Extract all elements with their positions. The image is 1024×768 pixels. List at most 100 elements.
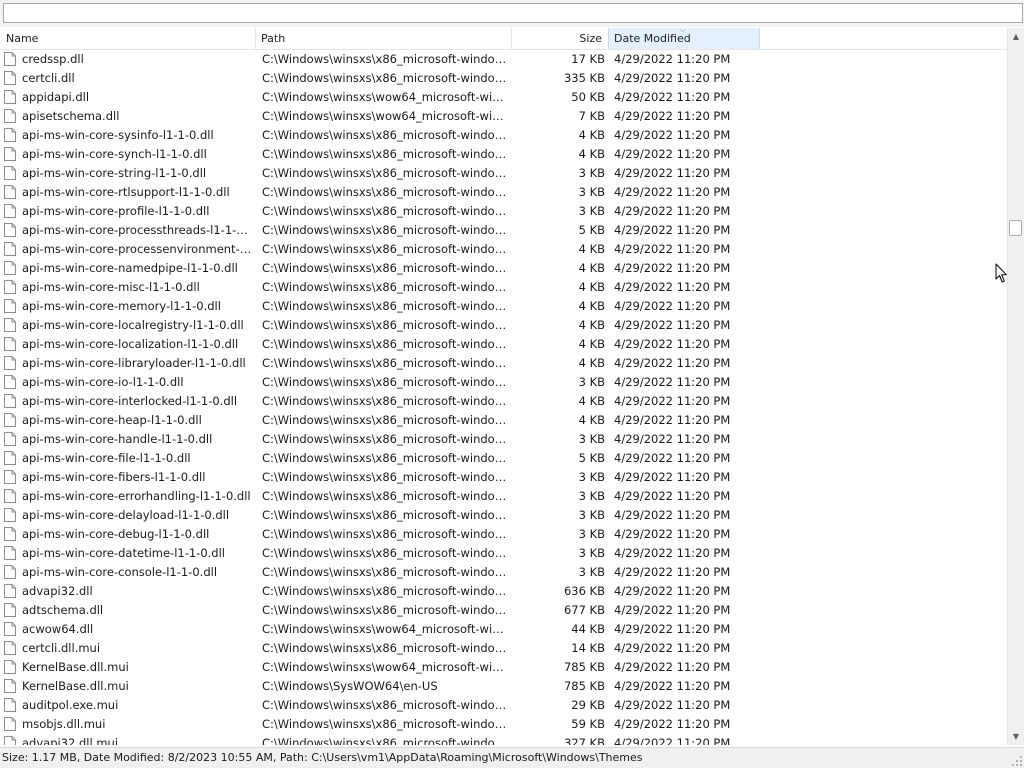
table-row[interactable]: KernelBase.dll.mui C:\Windows\SysWOW64\en… <box>0 677 1007 696</box>
table-row[interactable]: api-ms-win-core-heap-l1-1-0.dll C:\Window… <box>0 411 1007 430</box>
table-row[interactable]: advapi32.dll.mui C:\Windows\winsxs\x86_mi… <box>0 734 1007 745</box>
table-row[interactable]: api-ms-win-core-profile-l1-1-0.dll C:\Win… <box>0 202 1007 221</box>
cell-path: C:\Windows\winsxs\x86_microsoft-windows-… <box>262 299 510 313</box>
table-row[interactable]: api-ms-win-core-localization-l1-1-0.dll C… <box>0 335 1007 354</box>
table-row[interactable]: api-ms-win-core-debug-l1-1-0.dll C:\Windo… <box>0 525 1007 544</box>
table-row[interactable]: api-ms-win-core-file-l1-1-0.dll C:\Window… <box>0 449 1007 468</box>
table-row[interactable]: api-ms-win-core-delayload-l1-1-0.dll C:\W… <box>0 506 1007 525</box>
cell-size: 44 KB <box>571 622 605 636</box>
search-results-window: Name Path Size ⌵ Date Modified credssp.d… <box>0 0 1024 768</box>
table-row[interactable]: api-ms-win-core-namedpipe-l1-1-0.dll C:\W… <box>0 259 1007 278</box>
cell-date-modified: 4/29/2022 11:20 PM <box>614 90 731 104</box>
vertical-scrollbar[interactable]: ▲ ▼ <box>1007 28 1024 745</box>
table-row[interactable]: api-ms-win-core-processthreads-l1-1-0.dl… <box>0 221 1007 240</box>
column-header-date-modified[interactable]: ⌵ Date Modified <box>608 27 760 49</box>
table-row[interactable]: appidapi.dll C:\Windows\winsxs\wow64_micr… <box>0 88 1007 107</box>
column-header-path-label: Path <box>261 32 286 45</box>
column-header-name[interactable]: Name <box>0 28 256 49</box>
file-icon <box>4 508 16 522</box>
cell-size: 3 KB <box>578 508 605 522</box>
column-header-size[interactable]: Size <box>512 28 608 49</box>
table-row[interactable]: KernelBase.dll.mui C:\Windows\winsxs\wow6… <box>0 658 1007 677</box>
table-row[interactable]: acwow64.dll C:\Windows\winsxs\wow64_micro… <box>0 620 1007 639</box>
cell-size: 785 KB <box>563 679 605 693</box>
table-row[interactable]: adtschema.dll C:\Windows\winsxs\x86_micro… <box>0 601 1007 620</box>
cell-name: certcli.dll <box>22 71 75 85</box>
cell-path: C:\Windows\winsxs\wow64_microsoft-wind..… <box>262 660 510 674</box>
file-icon <box>4 337 16 351</box>
scroll-up-icon[interactable]: ▲ <box>1008 28 1024 45</box>
file-icon <box>4 451 16 465</box>
cell-name: api-ms-win-core-processenvironment-l1-..… <box>22 242 254 256</box>
file-icon <box>4 128 16 142</box>
cell-name: api-ms-win-core-libraryloader-l1-1-0.dll <box>22 356 246 370</box>
cell-date-modified: 4/29/2022 11:20 PM <box>614 204 731 218</box>
table-row[interactable]: api-ms-win-core-string-l1-1-0.dll C:\Wind… <box>0 164 1007 183</box>
table-row[interactable]: certcli.dll C:\Windows\winsxs\x86_microso… <box>0 69 1007 88</box>
table-row[interactable]: api-ms-win-core-io-l1-1-0.dll C:\Windows\… <box>0 373 1007 392</box>
cell-name: api-ms-win-core-profile-l1-1-0.dll <box>22 204 210 218</box>
table-row[interactable]: api-ms-win-core-console-l1-1-0.dll C:\Win… <box>0 563 1007 582</box>
cell-name: api-ms-win-core-processthreads-l1-1-0.dl… <box>22 223 254 237</box>
column-header-path[interactable]: Path <box>256 28 512 49</box>
table-row[interactable]: api-ms-win-core-rtlsupport-l1-1-0.dll C:\… <box>0 183 1007 202</box>
table-row[interactable]: api-ms-win-core-sysinfo-l1-1-0.dll C:\Win… <box>0 126 1007 145</box>
cell-name: api-ms-win-core-namedpipe-l1-1-0.dll <box>22 261 238 275</box>
file-icon <box>4 470 16 484</box>
table-row[interactable]: api-ms-win-core-datetime-l1-1-0.dll C:\Wi… <box>0 544 1007 563</box>
cell-name: api-ms-win-core-memory-l1-1-0.dll <box>22 299 221 313</box>
search-input[interactable] <box>3 3 1023 23</box>
table-row[interactable]: api-ms-win-core-libraryloader-l1-1-0.dll… <box>0 354 1007 373</box>
cell-date-modified: 4/29/2022 11:20 PM <box>614 698 731 712</box>
table-row[interactable]: api-ms-win-core-errorhandling-l1-1-0.dll… <box>0 487 1007 506</box>
cell-size: 3 KB <box>578 489 605 503</box>
file-icon <box>4 641 16 655</box>
file-icon <box>4 166 16 180</box>
scrollbar-thumb[interactable] <box>1009 220 1022 236</box>
cell-date-modified: 4/29/2022 11:20 PM <box>614 641 731 655</box>
file-icon <box>4 679 16 693</box>
cell-name: advapi32.dll.mui <box>22 736 119 745</box>
cell-size: 3 KB <box>578 375 605 389</box>
cell-size: 29 KB <box>571 698 605 712</box>
cell-date-modified: 4/29/2022 11:20 PM <box>614 71 731 85</box>
table-row[interactable]: api-ms-win-core-interlocked-l1-1-0.dll C:… <box>0 392 1007 411</box>
table-row[interactable]: api-ms-win-core-handle-l1-1-0.dll C:\Wind… <box>0 430 1007 449</box>
table-row[interactable]: api-ms-win-core-misc-l1-1-0.dll C:\Window… <box>0 278 1007 297</box>
cell-size: 4 KB <box>578 394 605 408</box>
table-row[interactable]: credssp.dll C:\Windows\winsxs\x86_microso… <box>0 50 1007 69</box>
cell-size: 4 KB <box>578 318 605 332</box>
table-row[interactable]: api-ms-win-core-processenvironment-l1-..… <box>0 240 1007 259</box>
cell-path: C:\Windows\winsxs\x86_microsoft-windows-… <box>262 128 510 142</box>
cell-date-modified: 4/29/2022 11:20 PM <box>614 451 731 465</box>
cell-size: 335 KB <box>563 71 605 85</box>
column-header-row: Name Path Size ⌵ Date Modified <box>0 27 1007 50</box>
table-row[interactable]: advapi32.dll C:\Windows\winsxs\x86_micros… <box>0 582 1007 601</box>
table-row[interactable]: certcli.dll.mui C:\Windows\winsxs\x86_mic… <box>0 639 1007 658</box>
file-icon <box>4 603 16 617</box>
scroll-down-icon[interactable]: ▼ <box>1008 728 1024 745</box>
cell-path: C:\Windows\winsxs\wow64_microsoft-wind..… <box>262 622 510 636</box>
table-row[interactable]: api-ms-win-core-localregistry-l1-1-0.dll… <box>0 316 1007 335</box>
cell-date-modified: 4/29/2022 11:20 PM <box>614 261 731 275</box>
cell-size: 4 KB <box>578 261 605 275</box>
cell-size: 3 KB <box>578 565 605 579</box>
cell-name: api-ms-win-core-string-l1-1-0.dll <box>22 166 207 180</box>
file-icon <box>4 280 16 294</box>
table-row[interactable]: msobjs.dll.mui C:\Windows\winsxs\x86_micr… <box>0 715 1007 734</box>
results-list[interactable]: credssp.dll C:\Windows\winsxs\x86_microso… <box>0 50 1007 745</box>
cell-name: api-ms-win-core-synch-l1-1-0.dll <box>22 147 207 161</box>
cell-date-modified: 4/29/2022 11:20 PM <box>614 394 731 408</box>
table-row[interactable]: api-ms-win-core-synch-l1-1-0.dll C:\Windo… <box>0 145 1007 164</box>
table-row[interactable]: api-ms-win-core-fibers-l1-1-0.dll C:\Wind… <box>0 468 1007 487</box>
table-row[interactable]: api-ms-win-core-memory-l1-1-0.dll C:\Wind… <box>0 297 1007 316</box>
cell-path: C:\Windows\winsxs\x86_microsoft-windows-… <box>262 52 510 66</box>
cell-name: msobjs.dll.mui <box>22 717 106 731</box>
table-row[interactable]: auditpol.exe.mui C:\Windows\winsxs\x86_mi… <box>0 696 1007 715</box>
table-row[interactable]: apisetschema.dll C:\Windows\winsxs\wow64_… <box>0 107 1007 126</box>
cell-date-modified: 4/29/2022 11:20 PM <box>614 622 731 636</box>
cell-path: C:\Windows\winsxs\x86_microsoft-windows-… <box>262 166 510 180</box>
cell-date-modified: 4/29/2022 11:20 PM <box>614 109 731 123</box>
cell-size: 4 KB <box>578 337 605 351</box>
resize-grip-icon[interactable] <box>1011 755 1023 767</box>
